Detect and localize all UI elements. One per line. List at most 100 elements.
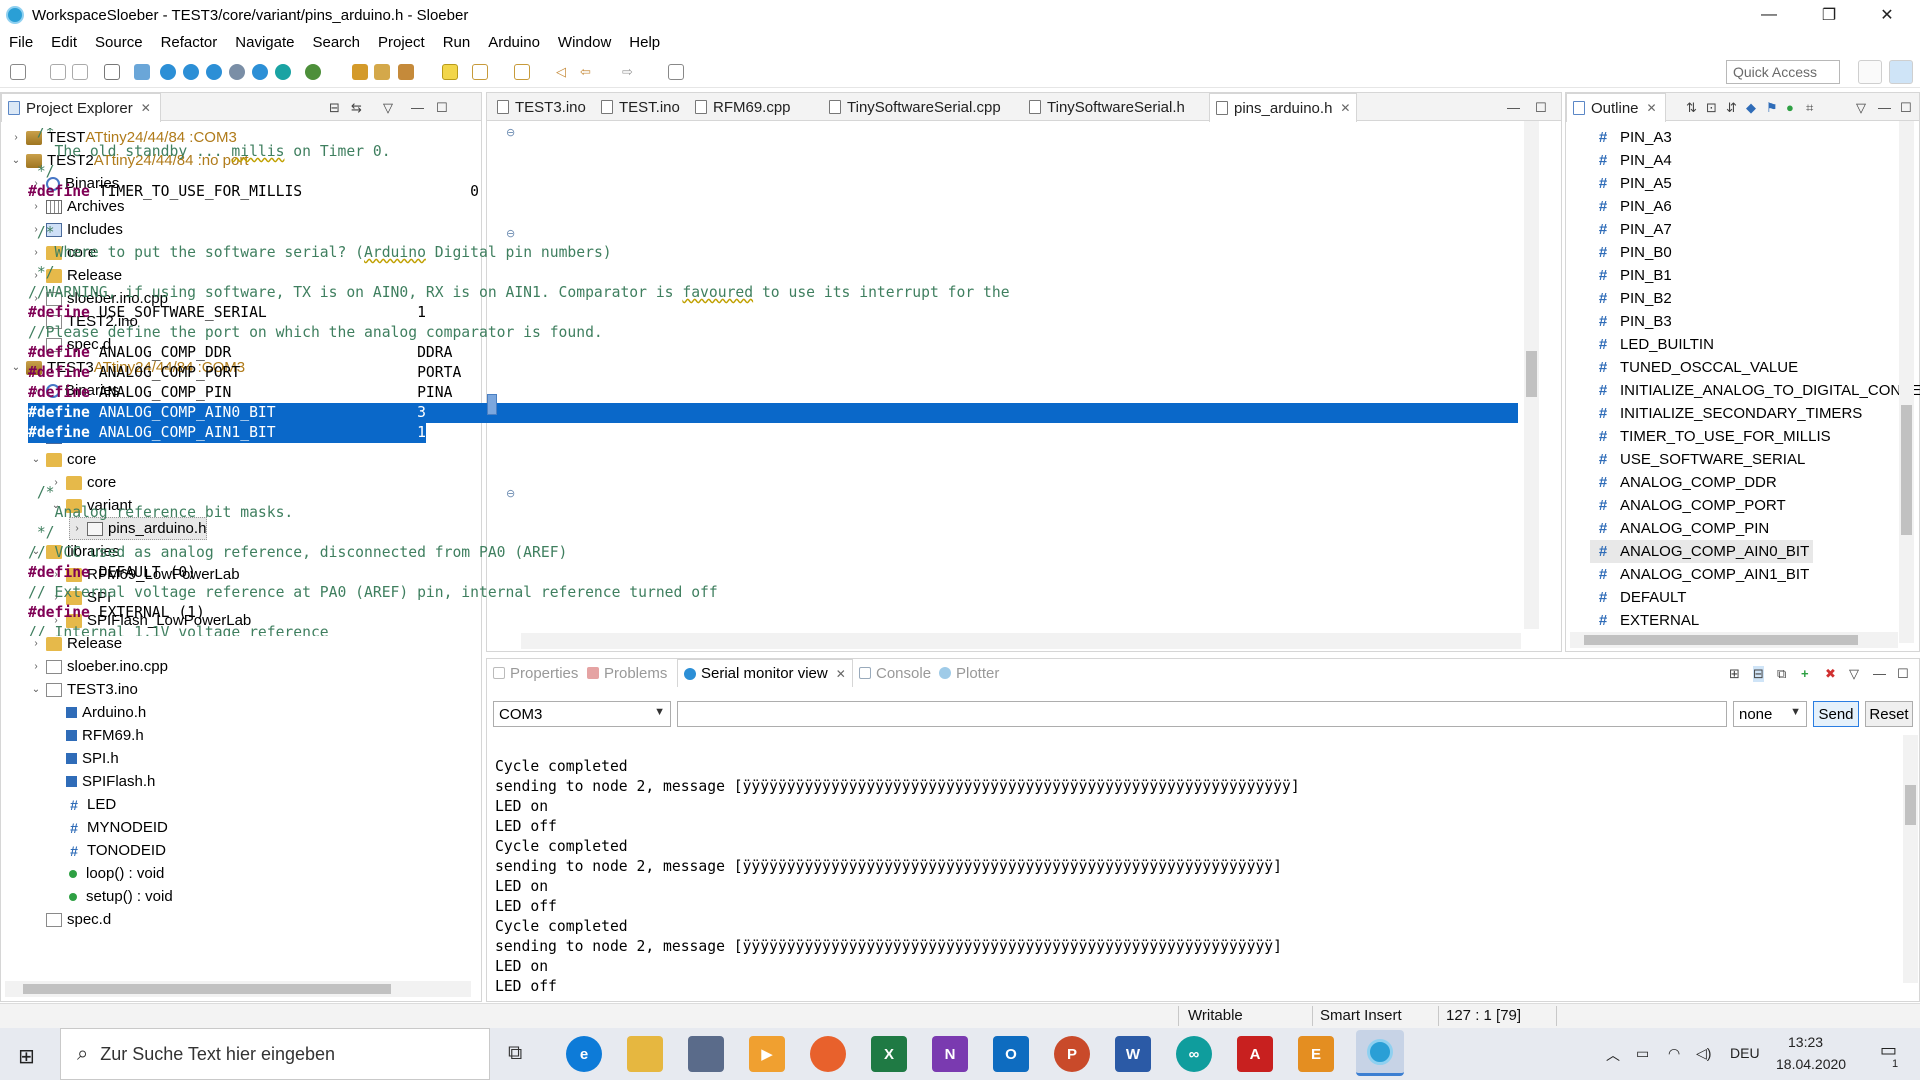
outline-vertical-scrollbar[interactable] <box>1899 121 1914 643</box>
close-icon[interactable]: ✕ <box>1647 101 1657 115</box>
disconnect-icon[interactable]: ✖ <box>1825 666 1836 682</box>
connect-icon[interactable]: + <box>1801 666 1809 681</box>
word-icon[interactable]: W <box>1115 1036 1151 1072</box>
outline-item[interactable]: # PIN_A6 <box>1590 195 1672 218</box>
input-language[interactable]: DEU <box>1730 1045 1760 1061</box>
forward-icon[interactable]: ⇨ <box>622 64 638 80</box>
tab-rfm69-cpp[interactable]: RFM69.cpp <box>689 93 797 121</box>
volume-icon[interactable]: ◁) <box>1696 1045 1711 1062</box>
windows-start-icon[interactable]: ⊞ <box>18 1044 35 1069</box>
arduino-icon[interactable]: ∞ <box>1176 1036 1212 1072</box>
excel-icon[interactable]: X <box>871 1036 907 1072</box>
menu-run[interactable]: Run <box>434 34 480 51</box>
tree-item[interactable]: SPIFlash.h <box>49 770 155 793</box>
menu-arduino[interactable]: Arduino <box>479 34 549 51</box>
close-icon[interactable]: ✕ <box>1340 101 1350 115</box>
hide-defines-icon[interactable]: ⚑ <box>1766 100 1778 116</box>
expand-arrow-icon[interactable]: ⌄ <box>29 684 43 695</box>
board-icon[interactable] <box>275 64 291 80</box>
menu-window[interactable]: Window <box>549 34 620 51</box>
outline-item[interactable]: # ANALOG_COMP_AIN0_BIT <box>1590 540 1814 563</box>
firefox-icon[interactable] <box>810 1036 846 1072</box>
menu-file[interactable]: File <box>0 34 42 51</box>
reset-button[interactable]: Reset <box>1865 701 1913 727</box>
minimize-view-icon[interactable]: — <box>1878 100 1891 115</box>
verify-icon[interactable] <box>104 64 120 80</box>
task-view-icon[interactable]: ⧉ <box>508 1042 522 1065</box>
hide-fields-icon[interactable]: ⊡ <box>1706 100 1717 116</box>
tree-item[interactable]: # MYNODEID <box>49 816 168 839</box>
outline-item[interactable]: # PIN_B0 <box>1590 241 1672 264</box>
onenote-icon[interactable]: N <box>932 1036 968 1072</box>
collapse-all-icon[interactable]: ⊟ <box>329 100 340 116</box>
line-ending-select[interactable]: none ▼ <box>1733 701 1807 727</box>
tab-tinysoftwareserial-h[interactable]: TinySoftwareSerial.h <box>1023 93 1191 121</box>
outline-item[interactable]: # PIN_B1 <box>1590 264 1672 287</box>
editor-vertical-scrollbar[interactable] <box>1524 121 1539 629</box>
sort-icon[interactable]: ⇅ <box>1686 100 1697 116</box>
plotter-icon[interactable] <box>252 64 268 80</box>
maximize-view-icon[interactable]: ☐ <box>436 100 448 116</box>
tab-test-ino[interactable]: TEST.ino <box>595 93 686 121</box>
serial-vertical-scrollbar[interactable] <box>1903 735 1918 983</box>
open-folder-icon[interactable] <box>374 64 390 80</box>
tab-plotter[interactable]: Plotter <box>939 659 999 687</box>
menu-source[interactable]: Source <box>86 34 152 51</box>
tree-scroll-thumb[interactable] <box>23 984 391 994</box>
eagle-icon[interactable]: E <box>1298 1036 1334 1072</box>
outline-item[interactable]: # ANALOG_COMP_DDR <box>1590 471 1777 494</box>
outline-item[interactable]: # PIN_B3 <box>1590 310 1672 333</box>
expand-arrow-icon[interactable]: › <box>29 638 43 649</box>
taskbar-search[interactable]: ⌕ Zur Suche Text hier eingeben <box>60 1028 490 1080</box>
menu-help[interactable]: Help <box>620 34 669 51</box>
send-button[interactable]: Send <box>1813 701 1859 727</box>
battery-icon[interactable]: ▭ <box>1636 1045 1649 1062</box>
clock-date[interactable]: 18.04.2020 <box>1776 1056 1846 1072</box>
link-editor-icon[interactable]: ⇆ <box>351 100 362 116</box>
tree-item[interactable]: › sloeber.ino.cpp <box>29 655 168 678</box>
save-icon[interactable] <box>50 64 66 80</box>
tree-item[interactable]: SPI.h <box>49 747 119 770</box>
maximize-button[interactable]: ❐ <box>1800 0 1858 30</box>
quick-access-input[interactable]: Quick Access <box>1726 60 1840 84</box>
maximize-view-icon[interactable]: ☐ <box>1900 100 1912 116</box>
close-window-button[interactable]: ✕ <box>1858 0 1916 30</box>
outline-item[interactable]: # ANALOG_COMP_AIN1_BIT <box>1590 563 1809 586</box>
history-back-icon[interactable]: ⇦ <box>580 64 596 80</box>
upload-icon[interactable] <box>160 64 176 80</box>
outline-item[interactable]: # PIN_A7 <box>1590 218 1672 241</box>
outline-horizontal-scrollbar[interactable] <box>1570 632 1898 648</box>
next-annotation-icon[interactable] <box>472 64 488 80</box>
hide-nonpublic-icon[interactable]: ◆ <box>1746 100 1756 116</box>
fold-icon[interactable]: ⊖ <box>506 487 515 500</box>
clear-icon[interactable]: ⊞ <box>1729 666 1740 682</box>
build-icon[interactable] <box>134 64 150 80</box>
open-type-icon[interactable] <box>352 64 368 80</box>
sloeber-perspective-icon[interactable] <box>1889 60 1913 84</box>
outline-item[interactable]: # PIN_A4 <box>1590 149 1672 172</box>
menu-search[interactable]: Search <box>303 34 369 51</box>
tab-test3-ino[interactable]: TEST3.ino <box>491 93 592 121</box>
outline-scroll-thumb[interactable] <box>1901 405 1912 535</box>
editor-horizontal-scrollbar[interactable] <box>521 633 1521 649</box>
tab-problems[interactable]: Problems <box>587 659 667 687</box>
outline-item[interactable]: # TUNED_OSCCAL_VALUE <box>1590 356 1798 379</box>
tree-horizontal-scrollbar[interactable] <box>5 981 471 997</box>
tab-project-explorer[interactable]: Project Explorer ✕ <box>1 93 161 122</box>
minimize-view-icon[interactable]: — <box>1873 666 1886 681</box>
maximize-view-icon[interactable]: ☐ <box>1897 666 1909 682</box>
code-area[interactable]: /* The old standby ... millis on Timer 0… <box>28 128 1543 636</box>
powerpoint-icon[interactable]: P <box>1054 1036 1090 1072</box>
pin-editor-icon[interactable] <box>668 64 684 80</box>
fold-icon[interactable]: ⊖ <box>506 126 515 139</box>
open-perspective-icon[interactable] <box>1858 60 1882 84</box>
menu-refactor[interactable]: Refactor <box>152 34 227 51</box>
outline-hscroll-thumb[interactable] <box>1584 635 1858 645</box>
menu-project[interactable]: Project <box>369 34 434 51</box>
outline-item[interactable]: # DEFAULT <box>1590 586 1687 609</box>
tab-serial-monitor[interactable]: Serial monitor view ✕ <box>677 659 853 687</box>
back-icon[interactable]: ◁ <box>556 64 572 80</box>
outline-item[interactable]: # PIN_A3 <box>1590 126 1672 149</box>
hide-static-icon[interactable]: ⇵ <box>1726 100 1737 116</box>
group-includes-icon[interactable]: ⌗ <box>1806 100 1813 116</box>
